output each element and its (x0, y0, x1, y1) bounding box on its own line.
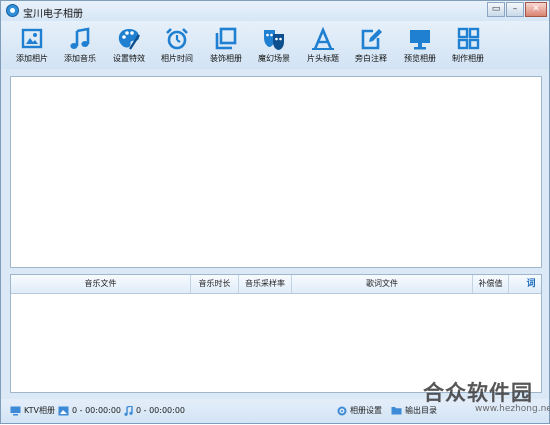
grid-icon (457, 27, 480, 50)
music-table-body[interactable] (11, 294, 541, 392)
close-button[interactable]: ✕ (525, 2, 547, 17)
music-note-icon (124, 404, 133, 416)
narration-note-button[interactable]: 旁白注释 (347, 27, 395, 64)
preview-album-button[interactable]: 预览相册 (396, 27, 444, 64)
album-settings-button[interactable]: 相册设置 (337, 404, 382, 418)
window-controls: ▭ – ✕ (486, 2, 547, 17)
column-music-duration[interactable]: 音乐时长 (191, 275, 239, 293)
gear-icon (337, 406, 347, 415)
make-album-button[interactable]: 制作相册 (444, 27, 492, 64)
app-logo-icon (6, 4, 19, 17)
restore-button[interactable]: ▭ (487, 2, 505, 17)
toolbar: 添加相片 添加音乐 设置特效 相片时间 装饰相册 魔幻场景 片头标题 旁白注释 … (1, 21, 549, 69)
monitor-icon (410, 30, 430, 50)
title-a-icon (312, 27, 334, 50)
column-music-file[interactable]: 音乐文件 (11, 275, 191, 293)
ktv-album-toggle[interactable]: KTV相册 (10, 404, 55, 418)
column-offset[interactable]: 补偿值 (473, 275, 509, 293)
magic-scene-button[interactable]: 魔幻场景 (250, 27, 298, 64)
title-bar: 宝川电子相册 ▭ – ✕ (1, 1, 549, 21)
window-title: 宝川电子相册 (23, 9, 83, 20)
opening-title-button[interactable]: 片头标题 (299, 27, 347, 64)
column-sample-rate[interactable]: 音乐采样率 (239, 275, 292, 293)
photo-count-status: 0 - 00:00:00 (58, 404, 121, 418)
minimize-button[interactable]: – (506, 2, 524, 17)
lyric-button[interactable]: 词 (523, 277, 539, 291)
music-count-status: 0 - 00:00:00 (124, 404, 185, 418)
folder-icon (391, 407, 402, 415)
decorate-album-button[interactable]: 装饰相册 (202, 27, 250, 64)
status-bar: KTV相册 0 - 00:00:00 0 - 00:00:00 相册设置 输出目… (1, 399, 549, 423)
add-photo-icon (21, 28, 43, 49)
photo-time-button[interactable]: 相片时间 (153, 27, 201, 64)
add-photo-button[interactable]: 添加相片 (8, 27, 56, 64)
column-lyric-file[interactable]: 歌词文件 (292, 275, 473, 293)
music-note-icon (70, 27, 90, 49)
palette-icon (118, 29, 141, 50)
photo-icon (58, 406, 69, 415)
music-table-header: 音乐文件 音乐时长 音乐采样率 歌词文件 补偿值 词 (11, 275, 541, 294)
main-window: 宝川电子相册 ▭ – ✕ 添加相片 添加音乐 设置特效 相片时间 装饰相册 魔幻… (0, 0, 550, 424)
photo-preview-area[interactable] (10, 76, 542, 268)
layers-icon (215, 27, 237, 50)
output-directory-button[interactable]: 输出目录 (391, 404, 437, 418)
add-music-button[interactable]: 添加音乐 (56, 27, 104, 64)
monitor-icon (10, 406, 21, 415)
alarm-clock-icon (166, 28, 188, 50)
edit-note-icon (361, 29, 382, 50)
music-table: 音乐文件 音乐时长 音乐采样率 歌词文件 补偿值 词 (10, 274, 542, 393)
theater-mask-icon (264, 30, 284, 50)
set-effects-button[interactable]: 设置特效 (105, 27, 153, 64)
